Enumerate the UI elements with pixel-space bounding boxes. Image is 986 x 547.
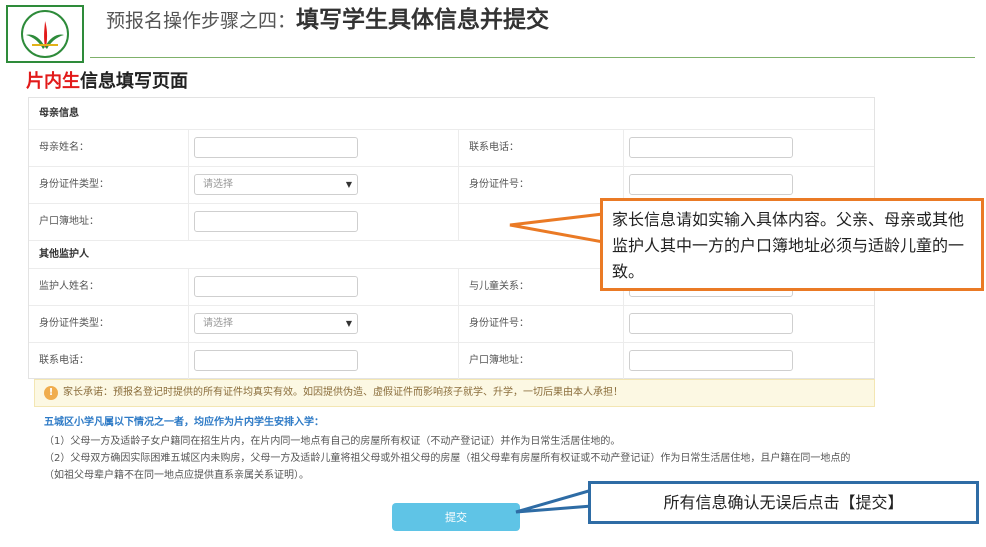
info-callout: 家长信息请如实输入具体内容。父亲、母亲或其他监护人其中一方的户口簿地址必须与适龄… [600, 198, 984, 291]
submit-callout: 所有信息确认无误后点击【提交】 [588, 481, 979, 524]
submit-callout-pointer [515, 488, 594, 514]
info-callout-pointer [509, 212, 605, 244]
